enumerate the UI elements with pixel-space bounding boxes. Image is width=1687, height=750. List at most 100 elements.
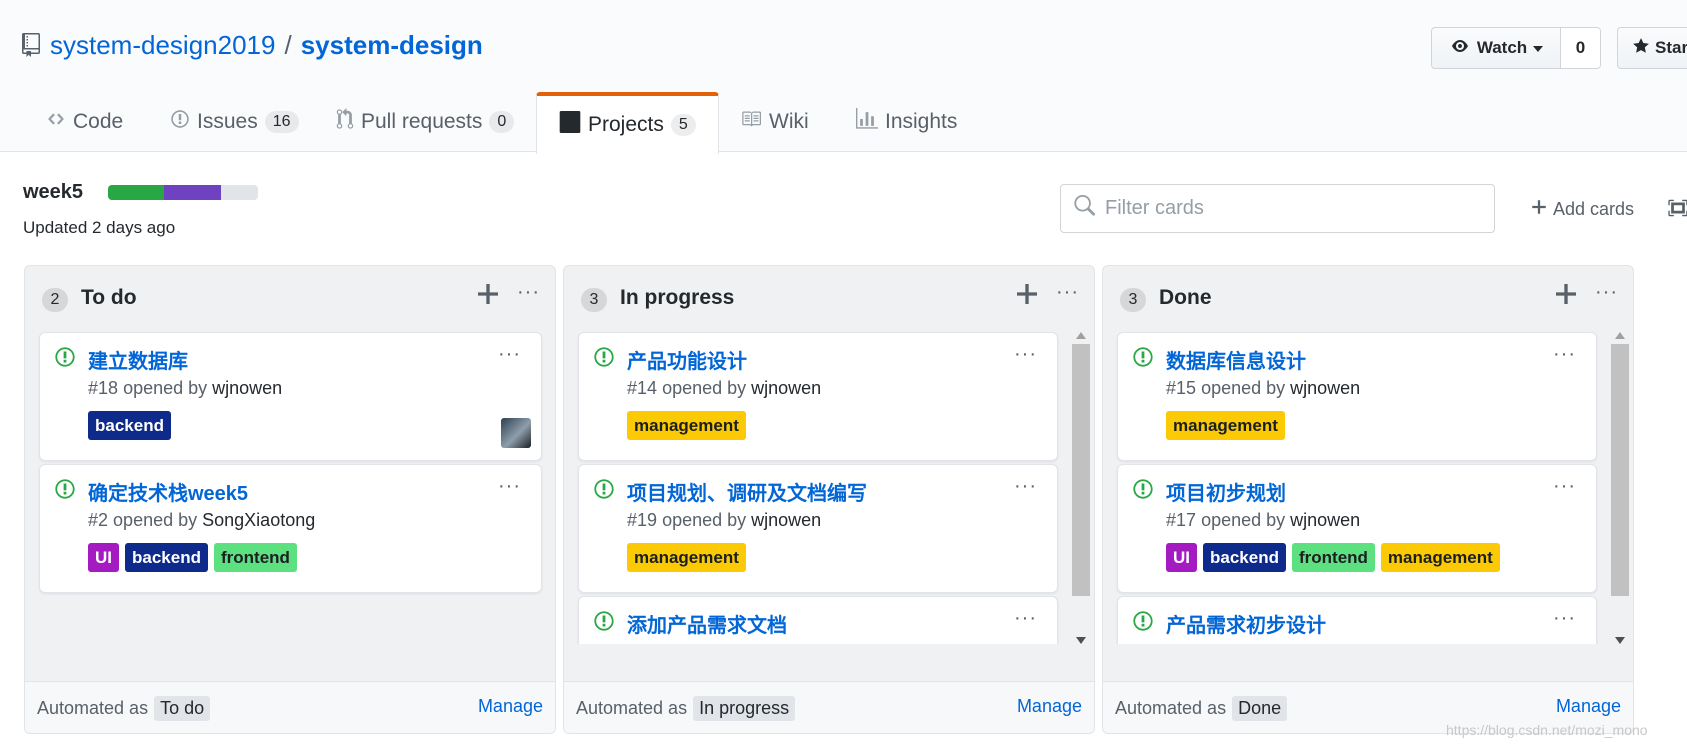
card-menu-kebab-icon[interactable]: ··· (1553, 607, 1576, 630)
fullscreen-icon[interactable] (1667, 197, 1687, 219)
card-author-link[interactable]: wjnowen (212, 378, 282, 398)
card-meta: #19 opened by wjnowen (627, 510, 821, 531)
manage-automation-link[interactable]: Manage (478, 696, 543, 717)
search-icon (1073, 195, 1095, 222)
tab-wiki[interactable]: Wiki (740, 92, 809, 152)
card-author-link[interactable]: wjnowen (1290, 510, 1360, 530)
card-menu-kebab-icon[interactable]: ··· (1014, 607, 1037, 630)
filter-cards-input[interactable] (1105, 197, 1485, 220)
watch-button[interactable]: Watch (1431, 27, 1561, 69)
repo-name-link[interactable]: system-design (301, 30, 483, 61)
column-scrollbar[interactable] (1072, 330, 1090, 644)
card-title-link[interactable]: 产品功能设计 (627, 345, 747, 374)
manage-automation-link[interactable]: Manage (1556, 696, 1621, 717)
card-menu-kebab-icon[interactable]: ··· (498, 343, 521, 366)
card-opened-by: opened by (662, 378, 747, 398)
issue-card[interactable]: 建立数据库 #18 opened by wjnowen backend ··· (39, 332, 542, 461)
issue-label[interactable]: backend (88, 411, 171, 440)
card-opened-by: opened by (123, 378, 208, 398)
issue-card[interactable]: 项目初步规划 #17 opened by wjnowen UI backend fron… (1117, 464, 1597, 593)
repo-owner-link[interactable]: system-design2019 (50, 30, 275, 61)
add-cards-button[interactable]: Add cards (1530, 198, 1634, 221)
card-labels: UI backend frontend (88, 543, 297, 572)
issue-card[interactable]: 确定技术栈week5 #2 opened by SongXiaotong UI bac… (39, 464, 542, 593)
card-author-link[interactable]: wjnowen (1290, 378, 1360, 398)
project-progress-bar (108, 185, 258, 200)
project-name[interactable]: week5 (23, 181, 83, 204)
issue-card[interactable]: 数据库信息设计 #15 opened by wjnowen management ··… (1117, 332, 1597, 461)
column-add-card-button[interactable] (1017, 280, 1037, 310)
column-card-count: 3 (581, 288, 607, 312)
scroll-down-arrow-icon[interactable] (1615, 637, 1625, 644)
card-author-link[interactable]: wjnowen (751, 510, 821, 530)
card-title-link[interactable]: 建立数据库 (88, 345, 188, 374)
issue-label[interactable]: backend (125, 543, 208, 572)
card-title-link[interactable]: 项目规划、调研及文档编写 (627, 477, 867, 506)
card-author-link[interactable]: SongXiaotong (751, 642, 864, 644)
card-menu-kebab-icon[interactable]: ··· (498, 475, 521, 498)
issue-label[interactable]: management (627, 543, 746, 572)
automation-tag: Done (1232, 696, 1288, 721)
issue-label[interactable]: management (1166, 411, 1285, 440)
issue-card[interactable]: 产品功能设计 #14 opened by wjnowen management ··· (578, 332, 1058, 461)
watch-count[interactable]: 0 (1561, 27, 1601, 69)
column-menu-kebab-icon[interactable]: ··· (517, 280, 540, 304)
card-menu-kebab-icon[interactable]: ··· (1014, 343, 1037, 366)
card-menu-kebab-icon[interactable]: ··· (1014, 475, 1037, 498)
scroll-up-arrow-icon[interactable] (1076, 332, 1086, 339)
repo-separator: / (284, 30, 292, 60)
watch-group: Watch 0 (1431, 27, 1601, 69)
issue-card[interactable]: 添加产品需求文档 #20 opened by SongXiaotong ··· (578, 596, 1058, 644)
star-icon (1632, 37, 1650, 60)
card-author-link[interactable]: wjnowen (751, 378, 821, 398)
automated-as-label: Automated as (1115, 698, 1227, 718)
filter-cards-box[interactable] (1060, 184, 1495, 233)
issue-label[interactable]: backend (1203, 543, 1286, 572)
card-title-link[interactable]: 数据库信息设计 (1166, 345, 1306, 374)
card-opened-by: opened by (113, 510, 198, 530)
issue-opened-icon (593, 478, 615, 500)
issue-label[interactable]: UI (88, 543, 119, 572)
card-menu-kebab-icon[interactable]: ··· (1553, 343, 1576, 366)
card-title-link[interactable]: 确定技术栈week5 (88, 477, 248, 506)
card-title-link[interactable]: 项目初步规划 (1166, 477, 1286, 506)
issue-label[interactable]: management (627, 411, 746, 440)
scroll-up-arrow-icon[interactable] (1615, 332, 1625, 339)
card-title-link[interactable]: 添加产品需求文档 (627, 609, 787, 638)
tab-insights[interactable]: Insights (856, 92, 957, 152)
card-author-link[interactable]: wjnowen (1290, 642, 1360, 644)
column-scrollbar[interactable] (1611, 330, 1629, 644)
project-icon (559, 111, 581, 139)
tab-projects[interactable]: Projects 5 (536, 92, 719, 154)
plus-icon (1530, 198, 1548, 221)
column-menu-kebab-icon[interactable]: ··· (1595, 280, 1618, 304)
repo-header: system-design2019 / system-design Watch … (0, 0, 1687, 154)
scrollbar-thumb[interactable] (1611, 344, 1629, 596)
card-issue-number: #18 (88, 378, 119, 398)
tab-label: Insights (885, 110, 958, 133)
column-add-card-button[interactable] (478, 280, 498, 310)
tab-pull-requests[interactable]: Pull requests 0 (336, 92, 515, 152)
issue-opened-icon (1132, 610, 1154, 632)
star-button[interactable]: Star (1617, 27, 1687, 69)
issue-opened-icon (54, 346, 76, 368)
issue-opened-icon (1132, 346, 1154, 368)
card-menu-kebab-icon[interactable]: ··· (1553, 475, 1576, 498)
issue-label[interactable]: management (1380, 543, 1500, 572)
assignee-avatar[interactable] (501, 418, 531, 448)
scrollbar-thumb[interactable] (1072, 344, 1090, 596)
scroll-down-arrow-icon[interactable] (1076, 637, 1086, 644)
tab-issues[interactable]: Issues 16 (170, 92, 299, 152)
tab-code[interactable]: Code (46, 92, 123, 152)
issue-card[interactable]: 产品需求初步设计 #16 opened by wjnowen ··· (1117, 596, 1597, 644)
card-issue-number: #17 (1166, 510, 1197, 530)
column-add-card-button[interactable] (1556, 280, 1576, 310)
card-title-link[interactable]: 产品需求初步设计 (1166, 609, 1326, 638)
column-menu-kebab-icon[interactable]: ··· (1056, 280, 1079, 304)
manage-automation-link[interactable]: Manage (1017, 696, 1082, 717)
issue-label[interactable]: frontend (1291, 543, 1375, 572)
issue-label[interactable]: UI (1166, 543, 1197, 572)
issue-label[interactable]: frontend (213, 543, 297, 572)
card-author-link[interactable]: SongXiaotong (202, 510, 315, 530)
issue-card[interactable]: 项目规划、调研及文档编写 #19 opened by wjnowen managem… (578, 464, 1058, 593)
